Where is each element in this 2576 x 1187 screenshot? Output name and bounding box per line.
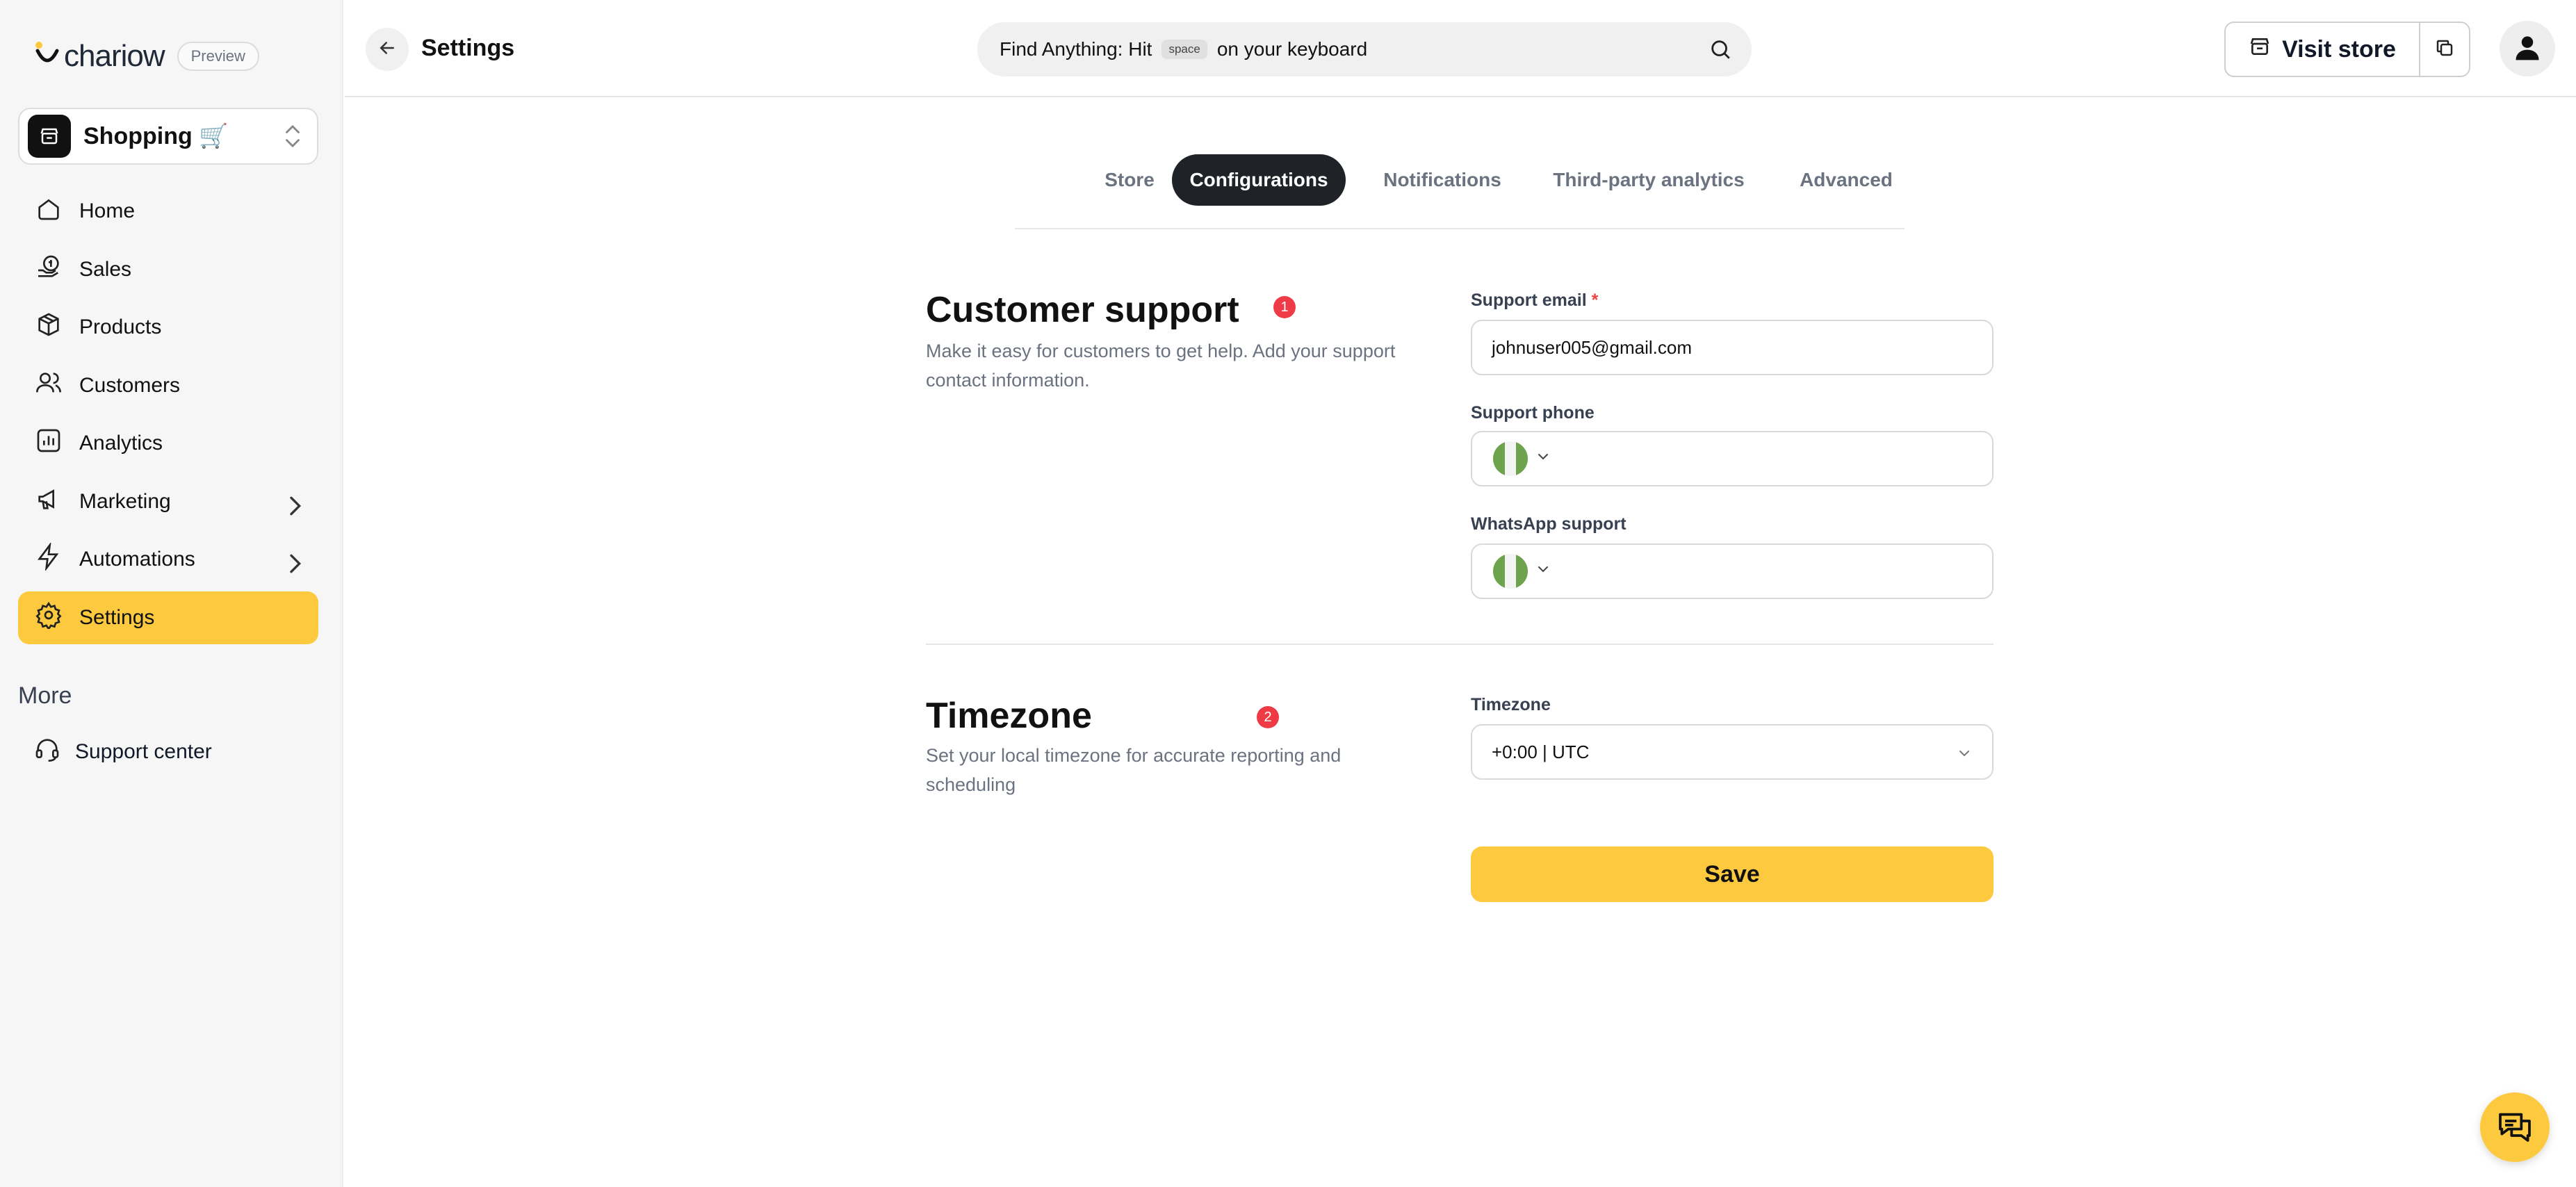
sidebar-item-support-center[interactable]: Support center: [18, 726, 318, 778]
sidebar-nav: Home Sales Products Customers Analytics …: [18, 185, 318, 649]
users-icon: [35, 369, 63, 402]
copy-icon: [2434, 38, 2455, 62]
copy-link-button[interactable]: [2420, 23, 2469, 76]
chevron-up-down-icon: [281, 120, 304, 156]
money-bag-icon: [35, 253, 63, 286]
nigeria-flag-icon[interactable]: [1493, 441, 1528, 476]
user-icon: [2512, 32, 2543, 66]
sidebar-item-label: Support center: [75, 740, 212, 763]
sidebar-item-sales[interactable]: Sales: [18, 243, 318, 296]
timezone-title: Timezone: [926, 696, 1092, 736]
sidebar-item-customers[interactable]: Customers: [18, 359, 318, 412]
page-title: Settings: [421, 35, 515, 61]
sidebar-item-label: Marketing: [79, 489, 171, 513]
sidebar-item-analytics[interactable]: Analytics: [18, 417, 318, 470]
chat-support-button[interactable]: [2480, 1092, 2550, 1162]
sidebar-item-label: Sales: [79, 257, 132, 281]
timezone-label: Timezone: [1471, 695, 1551, 714]
nigeria-flag-icon[interactable]: [1493, 554, 1528, 589]
whatsapp-support-field[interactable]: [1471, 543, 1994, 599]
home-icon: [35, 195, 63, 228]
save-button[interactable]: Save: [1471, 846, 1994, 902]
visit-store-button[interactable]: Visit store: [2226, 23, 2420, 76]
step-badge: 1: [1273, 296, 1296, 318]
chart-icon: [35, 427, 63, 460]
box-icon: [35, 311, 63, 344]
visit-store-label: Visit store: [2282, 35, 2396, 63]
sidebar-item-label: Automations: [79, 548, 195, 571]
chat-bubbles-icon: [2495, 1106, 2534, 1149]
support-phone-field[interactable]: [1471, 431, 1994, 486]
store-switcher[interactable]: Shopping 🛒: [18, 108, 318, 165]
support-email-value: johnuser005@gmail.com: [1492, 336, 1692, 358]
settings-tabs: Store Configurations Notifications Third…: [1015, 154, 1905, 229]
visit-store-group: Visit store: [2224, 22, 2470, 77]
sidebar-item-automations[interactable]: Automations: [18, 533, 318, 586]
space-key-hint: space: [1161, 40, 1207, 59]
preview-badge: Preview: [177, 42, 259, 71]
tab-advanced[interactable]: Advanced: [1784, 154, 1909, 206]
store-icon: [2249, 35, 2271, 64]
headset-icon: [33, 735, 61, 769]
section-divider: [926, 644, 1994, 645]
sidebar-item-label: Settings: [79, 605, 155, 629]
chevron-down-icon[interactable]: [1535, 561, 1551, 582]
sidebar-item-label: Analytics: [79, 432, 163, 455]
store-name: Shopping 🛒: [83, 123, 229, 149]
sidebar-item-products[interactable]: Products: [18, 301, 318, 354]
step-badge: 2: [1257, 706, 1279, 728]
timezone-description: Set your local timezone for accurate rep…: [926, 745, 1342, 795]
support-email-label-text: Support email: [1471, 290, 1587, 310]
required-marker: *: [1591, 290, 1599, 310]
sidebar: chariow Preview Shopping 🛒 Home Sales Pr…: [0, 0, 343, 1187]
search-suffix: on your keyboard: [1216, 38, 1368, 60]
gear-icon: [35, 601, 63, 635]
timezone-value: +0:00 | UTC: [1492, 741, 1590, 762]
brand-name: chariow: [64, 39, 165, 73]
brand-logo[interactable]: chariow Preview: [33, 39, 259, 74]
sidebar-item-settings[interactable]: Settings: [18, 591, 318, 644]
sidebar-item-home[interactable]: Home: [18, 185, 318, 238]
top-header: Settings Find Anything: Hit space on you…: [345, 0, 2576, 97]
chevron-right-icon: [281, 550, 302, 573]
customer-support-description: Make it easy for customers to get help. …: [926, 341, 1396, 391]
support-email-label: Support email *: [1471, 290, 1598, 311]
chevron-right-icon: [281, 492, 302, 515]
support-phone-label: Support phone: [1471, 403, 1595, 423]
sidebar-item-marketing[interactable]: Marketing: [18, 475, 318, 528]
chevron-down-icon: [1956, 745, 1973, 767]
search-icon[interactable]: [1709, 38, 1732, 66]
support-email-field[interactable]: johnuser005@gmail.com: [1471, 320, 1994, 375]
chariow-logo-icon: [33, 40, 61, 73]
user-avatar-button[interactable]: [2500, 21, 2555, 76]
customer-support-title: Customer support: [926, 290, 1239, 330]
tab-third-party-analytics[interactable]: Third-party analytics: [1538, 154, 1760, 206]
lightning-icon: [35, 541, 63, 576]
chevron-down-icon[interactable]: [1535, 448, 1551, 470]
sidebar-item-label: Home: [79, 199, 136, 222]
whatsapp-support-label: WhatsApp support: [1471, 514, 1627, 534]
sidebar-item-label: Products: [79, 316, 162, 338]
back-button[interactable]: [366, 28, 409, 71]
megaphone-icon: [35, 485, 63, 518]
more-section-label: More: [18, 682, 72, 709]
arrow-left-icon: [377, 38, 398, 62]
store-icon: [28, 115, 71, 158]
sidebar-item-label: Customers: [79, 373, 181, 397]
search-prefix: Find Anything: Hit: [1000, 38, 1152, 60]
tab-configurations[interactable]: Configurations: [1172, 154, 1346, 206]
search-input[interactable]: Find Anything: Hit space on your keyboar…: [977, 22, 1752, 76]
timezone-select[interactable]: +0:00 | UTC: [1471, 724, 1994, 780]
tab-notifications[interactable]: Notifications: [1369, 154, 1515, 206]
